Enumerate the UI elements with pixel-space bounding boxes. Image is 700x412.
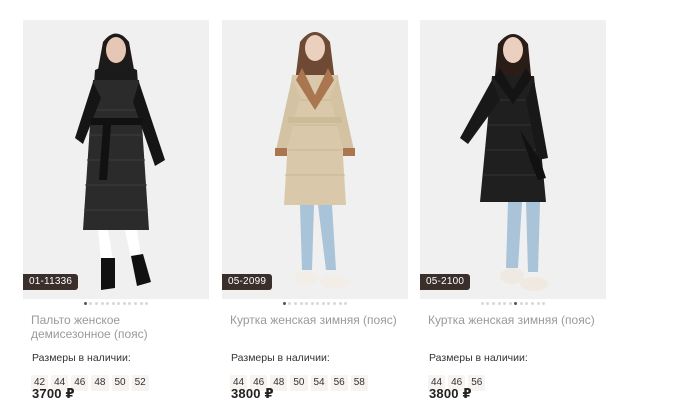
carousel-dot[interactable] <box>106 302 110 305</box>
product-photo[interactable]: 05-2099 <box>222 20 408 299</box>
carousel-dot[interactable] <box>519 302 523 305</box>
carousel-dot[interactable] <box>117 302 121 305</box>
carousel-dot[interactable] <box>305 302 309 305</box>
carousel-dot[interactable] <box>139 302 143 305</box>
carousel-dot[interactable] <box>94 302 98 305</box>
carousel-dot[interactable] <box>316 302 320 305</box>
carousel-dot[interactable] <box>134 302 138 305</box>
product-photo[interactable]: 05-2100 <box>420 20 606 299</box>
carousel-dot[interactable] <box>338 302 342 305</box>
model-black-coat-image <box>23 20 209 299</box>
product-price: 3800 ₽ <box>231 386 274 401</box>
carousel-dot[interactable] <box>282 302 286 305</box>
size-option[interactable]: 50 <box>111 375 129 391</box>
carousel-dot[interactable] <box>503 302 507 305</box>
carousel-dot[interactable] <box>333 302 337 305</box>
carousel-dot[interactable] <box>100 302 104 305</box>
model-beige-jacket-image <box>222 20 408 299</box>
size-option[interactable]: 48 <box>91 375 109 391</box>
carousel-dot[interactable] <box>531 302 535 305</box>
size-option[interactable]: 56 <box>330 375 348 391</box>
product-photo[interactable]: 01-11336 <box>23 20 209 299</box>
sku-badge: 05-2099 <box>222 274 273 290</box>
product-title-link[interactable]: Куртка женская зимняя (пояс) <box>222 313 408 343</box>
carousel-dot[interactable] <box>128 302 132 305</box>
product-title-link[interactable]: Куртка женская зимняя (пояс) <box>420 313 606 343</box>
carousel-dot[interactable] <box>310 302 314 305</box>
carousel-dot[interactable] <box>486 302 490 305</box>
size-option[interactable]: 52 <box>131 375 149 391</box>
carousel-dot[interactable] <box>83 302 87 305</box>
product-title-link[interactable]: Пальто женское демисезонное (пояс) <box>23 313 209 343</box>
size-option[interactable]: 54 <box>310 375 328 391</box>
carousel-dot[interactable] <box>497 302 501 305</box>
product-card[interactable]: 05-2100 Куртка женская зимняя (пояс) Раз… <box>420 20 606 412</box>
carousel-dot[interactable] <box>514 302 518 305</box>
carousel-dot[interactable] <box>111 302 115 305</box>
size-option[interactable]: 58 <box>350 375 368 391</box>
carousel-dot[interactable] <box>344 302 348 305</box>
product-grid: 01-11336 Пальто женское демисезонное (по… <box>0 0 700 412</box>
model-black-jacket-image <box>420 20 606 299</box>
carousel-dot[interactable] <box>122 302 126 305</box>
sizes-label: Размеры в наличии: <box>32 352 131 364</box>
sku-badge: 05-2100 <box>420 274 471 290</box>
image-carousel-dots[interactable] <box>222 302 408 310</box>
product-price: 3700 ₽ <box>32 386 75 401</box>
sizes-label: Размеры в наличии: <box>429 352 528 364</box>
carousel-dot[interactable] <box>293 302 297 305</box>
size-option[interactable]: 50 <box>290 375 308 391</box>
carousel-dot[interactable] <box>525 302 529 305</box>
carousel-dot[interactable] <box>536 302 540 305</box>
carousel-dot[interactable] <box>89 302 93 305</box>
sizes-label: Размеры в наличии: <box>231 352 330 364</box>
carousel-dot[interactable] <box>327 302 331 305</box>
product-card[interactable]: 05-2099 Куртка женская зимняя (пояс) Раз… <box>222 20 408 412</box>
carousel-dot[interactable] <box>542 302 546 305</box>
image-carousel-dots[interactable] <box>420 302 606 310</box>
sku-badge: 01-11336 <box>23 274 79 290</box>
carousel-dot[interactable] <box>491 302 495 305</box>
image-carousel-dots[interactable] <box>23 302 209 310</box>
product-price: 3800 ₽ <box>429 386 472 401</box>
carousel-dot[interactable] <box>299 302 303 305</box>
product-card[interactable]: 01-11336 Пальто женское демисезонное (по… <box>23 20 209 412</box>
carousel-dot[interactable] <box>508 302 512 305</box>
carousel-dot[interactable] <box>321 302 325 305</box>
carousel-dot[interactable] <box>288 302 292 305</box>
carousel-dot[interactable] <box>480 302 484 305</box>
carousel-dot[interactable] <box>145 302 149 305</box>
